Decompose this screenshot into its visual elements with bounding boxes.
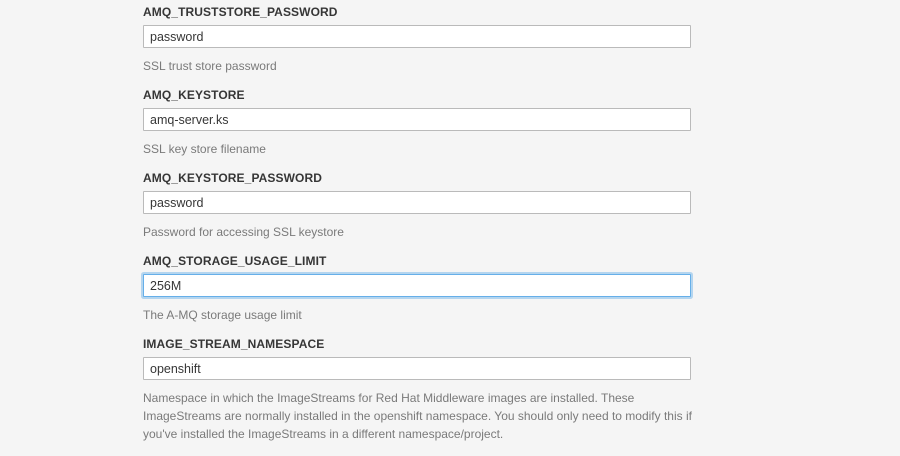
param-label: AMQ_KEYSTORE_PASSWORD <box>143 171 323 185</box>
param-label: AMQ_KEYSTORE <box>143 88 245 102</box>
param-help-text: Password for accessing SSL keystore <box>143 225 344 239</box>
amq-storage-usage-limit-input[interactable] <box>143 274 691 297</box>
amq-keystore-input[interactable] <box>143 108 691 131</box>
param-help-text: Namespace in which the ImageStreams for … <box>143 391 692 441</box>
amq-keystore-password-input[interactable] <box>143 191 691 214</box>
param-label: IMAGE_STREAM_NAMESPACE <box>143 337 325 351</box>
image-stream-namespace-input[interactable] <box>143 357 691 380</box>
amq-truststore-password-input[interactable] <box>143 25 691 48</box>
param-label: AMQ_TRUSTSTORE_PASSWORD <box>143 5 338 19</box>
param-help-text: SSL key store filename <box>143 142 266 156</box>
param-help-text: The A-MQ storage usage limit <box>143 308 302 322</box>
param-help-text: SSL trust store password <box>143 59 277 73</box>
param-label: AMQ_STORAGE_USAGE_LIMIT <box>143 254 327 268</box>
